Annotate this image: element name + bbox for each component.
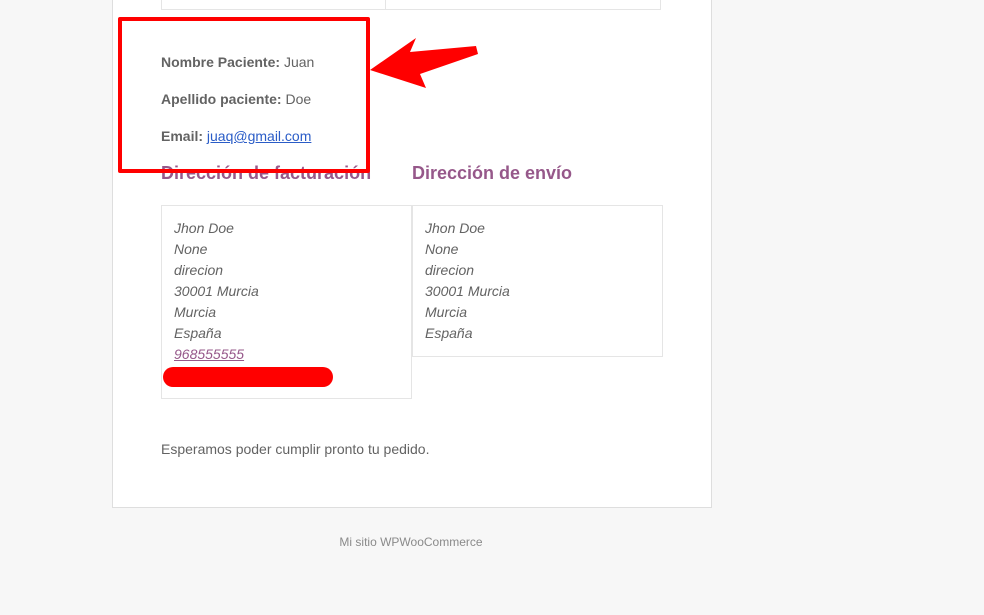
shipping-address-box: Jhon Doe None direcion 30001 Murcia Murc… [412, 205, 663, 357]
billing-line-state: Murcia [174, 304, 217, 320]
closing-message: Esperamos poder cumplir pronto tu pedido… [161, 441, 430, 457]
shipping-address-heading: Dirección de envío [412, 163, 573, 183]
shipping-line-company: None [425, 241, 459, 257]
order-table-bottom-edge [161, 0, 661, 10]
annotation-arrow-icon [370, 38, 478, 88]
billing-line-street: direcion [174, 262, 224, 278]
footer-site-name: Mi sitio WPWooCommerce [339, 535, 483, 549]
billing-line-company: None [174, 241, 208, 257]
billing-phone-link[interactable]: 968555555 [174, 346, 244, 362]
shipping-line-country: España [425, 325, 473, 341]
billing-phone-row: 968555555 [174, 344, 399, 365]
billing-line-country: España [174, 325, 222, 341]
shipping-line-state: Murcia [425, 304, 468, 320]
redaction-bar [163, 367, 333, 387]
shipping-line-postcode-city: 30001 Murcia [425, 283, 510, 299]
shipping-line-street: direcion [425, 262, 475, 278]
billing-line-postcode-city: 30001 Murcia [174, 283, 259, 299]
arrow-shape [370, 38, 478, 88]
table-column-divider [385, 0, 386, 9]
billing-line-name: Jhon Doe [174, 220, 234, 236]
annotation-highlight-box [118, 17, 370, 173]
shipping-line-name: Jhon Doe [425, 220, 485, 236]
